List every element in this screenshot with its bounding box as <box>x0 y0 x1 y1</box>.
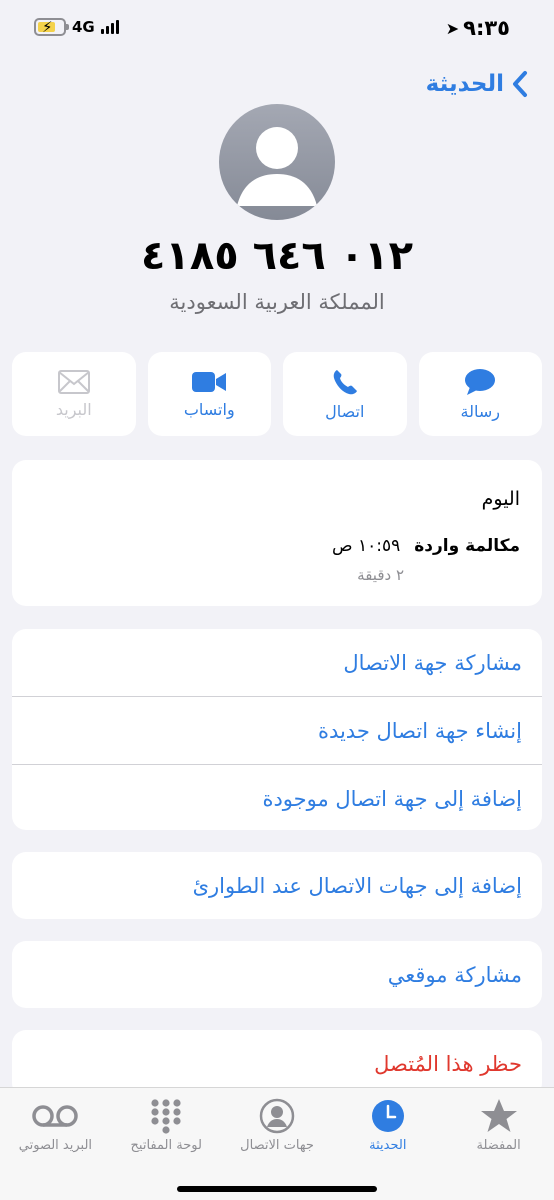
mail-label: البريد <box>55 399 92 419</box>
call-label: اتصال <box>325 401 365 421</box>
network-label: 4G <box>72 18 95 36</box>
clock-icon <box>371 1100 404 1132</box>
star-icon <box>480 1099 517 1132</box>
signal-icon <box>100 20 119 34</box>
tab-recents[interactable]: الحديثة <box>332 1088 443 1200</box>
avatar <box>219 104 335 220</box>
tab-bar: المفضلة الحديثة جهات الاتصال لوحة المفات… <box>0 1087 554 1200</box>
tab-contacts[interactable]: جهات الاتصال <box>222 1088 333 1200</box>
tab-recents-label: الحديثة <box>369 1138 407 1153</box>
mail-icon <box>57 369 90 394</box>
back-label: الحديثة <box>425 71 504 97</box>
tab-voicemail[interactable]: البريد الصوتي <box>0 1088 111 1200</box>
emergency-card: إضافة إلى جهات الاتصال عند الطوارئ <box>12 852 542 919</box>
phone-number: ٠١٢ ٦٤٦ ٤١٨٥ <box>140 233 414 279</box>
video-icon <box>192 371 227 392</box>
location-arrow-icon: ➤ <box>445 18 460 38</box>
person-icon <box>259 1098 295 1134</box>
message-button[interactable]: رسالة <box>418 352 542 436</box>
tab-favorites[interactable]: المفضلة <box>443 1088 554 1200</box>
tab-favorites-label: المفضلة <box>476 1138 521 1153</box>
status-indicators: ⚡ 4G <box>34 18 119 36</box>
add-existing-contact-button[interactable]: إضافة إلى جهة اتصال موجودة <box>12 765 542 832</box>
tab-voicemail-label: البريد الصوتي <box>18 1138 93 1153</box>
share-location-button[interactable]: مشاركة موقعي <box>12 941 542 1008</box>
mail-button[interactable]: البريد <box>12 352 136 436</box>
home-indicator <box>177 1186 377 1192</box>
recent-call-card: اليوم مكالمة واردة ١٠:٥٩ ص ٢ دقيقة <box>12 460 542 606</box>
call-button[interactable]: اتصال <box>283 352 407 436</box>
tab-keypad[interactable]: لوحة المفاتيح <box>111 1088 222 1200</box>
share-contact-button[interactable]: مشاركة جهة الاتصال <box>12 629 542 696</box>
back-button[interactable]: الحديثة <box>426 70 528 98</box>
status-time-text: ٩:٣٥ <box>463 16 510 40</box>
call-day: اليوم <box>481 488 520 510</box>
tab-keypad-label: لوحة المفاتيح <box>130 1138 202 1153</box>
person-silhouette-icon <box>237 127 317 206</box>
share-location-card: مشاركة موقعي <box>12 941 542 1008</box>
call-duration: ٢ دقيقة <box>357 566 404 584</box>
action-buttons: رسالة اتصال واتساب البريد <box>12 352 542 436</box>
whatsapp-video-button[interactable]: واتساب <box>147 352 271 436</box>
keypad-icon <box>151 1099 181 1134</box>
phone-icon <box>333 369 357 394</box>
contact-options-card: مشاركة جهة الاتصال إنشاء جهة اتصال جديدة… <box>12 629 542 830</box>
tab-contacts-label: جهات الاتصال <box>240 1138 314 1153</box>
call-type: مكالمة واردة <box>414 536 520 556</box>
battery-icon: ⚡ <box>34 18 69 36</box>
call-row: مكالمة واردة ١٠:٥٩ ص <box>332 536 520 556</box>
add-emergency-contact-button[interactable]: إضافة إلى جهات الاتصال عند الطوارئ <box>12 852 542 919</box>
create-contact-button[interactable]: إنشاء جهة اتصال جديدة <box>12 697 542 764</box>
voicemail-icon <box>32 1105 79 1127</box>
call-time: ١٠:٥٩ ص <box>332 536 401 556</box>
message-label: رسالة <box>460 401 500 421</box>
message-icon <box>465 368 496 395</box>
chevron-left-icon <box>513 71 527 97</box>
whatsapp-label: واتساب <box>183 399 235 419</box>
status-time: ➤ ٩:٣٥ <box>446 16 510 40</box>
country-label: المملكة العربية السعودية <box>169 290 385 314</box>
